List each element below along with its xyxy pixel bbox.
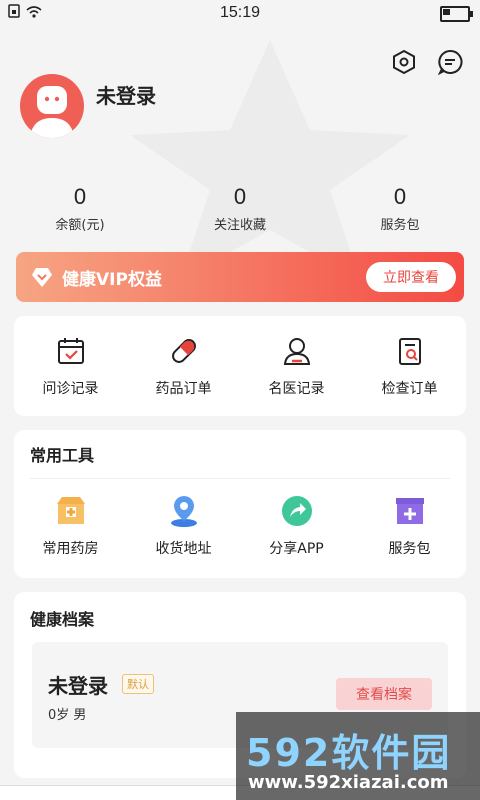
exam-orders[interactable]: 检查订单: [355, 334, 465, 398]
status-bar: 15:19: [0, 0, 480, 26]
grid-label: 常用药房: [42, 541, 99, 557]
account-stats: 0 余额(元) 0 关注收藏 0 服务包: [0, 184, 480, 233]
stat-value: 0: [393, 184, 407, 209]
watermark-url: www.592xiazai.com: [248, 772, 449, 793]
battery-icon: [440, 6, 473, 22]
stat-favorites[interactable]: 0 关注收藏: [175, 184, 305, 233]
doctor-records[interactable]: 名医记录: [242, 334, 352, 398]
tool-address[interactable]: 收货地址: [129, 494, 239, 558]
vip-banner[interactable]: 健康VIP权益 立即查看: [16, 252, 464, 302]
doctor-icon: [280, 334, 314, 368]
grid-label: 分享APP: [269, 541, 324, 557]
service-box-icon: [393, 494, 427, 528]
record-name: 未登录: [48, 674, 108, 698]
watermark-brand: 592软件园: [246, 731, 452, 775]
report-search-icon: [393, 334, 427, 368]
pharmacy-icon: [54, 494, 88, 528]
record-info: 0岁 男: [48, 708, 87, 723]
divider: [30, 478, 450, 479]
tool-service-package[interactable]: 服务包: [355, 494, 465, 558]
medicine-orders[interactable]: 药品订单: [129, 334, 239, 398]
stat-label: 余额(元): [55, 218, 105, 233]
location-pin-icon: [167, 494, 201, 528]
tools-card: 常用工具 常用药房 收货地址 分享APP 服务包: [14, 430, 466, 578]
pill-icon: [167, 334, 201, 368]
stat-balance[interactable]: 0 余额(元): [15, 184, 145, 233]
default-badge: 默认: [122, 674, 154, 694]
tools-title: 常用工具: [30, 446, 95, 465]
settings-hexagon-icon[interactable]: [390, 48, 418, 76]
tool-pharmacy[interactable]: 常用药房: [16, 494, 126, 558]
top-actions: [390, 48, 464, 76]
grid-label: 收货地址: [155, 541, 212, 557]
vip-view-button[interactable]: 立即查看: [366, 262, 456, 292]
stat-service-packages[interactable]: 0 服务包: [335, 184, 465, 233]
orders-card: 问诊记录 药品订单 名医记录 检查订单: [14, 316, 466, 416]
grid-label: 名医记录: [268, 381, 325, 397]
vip-title: 健康VIP权益: [62, 269, 162, 290]
grid-label: 检查订单: [381, 381, 438, 397]
message-icon[interactable]: [436, 48, 464, 76]
grid-label: 药品订单: [155, 381, 212, 397]
stat-label: 关注收藏: [213, 218, 266, 233]
status-time: 15:19: [219, 4, 261, 21]
profile-section[interactable]: 未登录: [20, 74, 156, 138]
tool-share[interactable]: 分享APP: [242, 494, 352, 558]
stat-value: 0: [73, 184, 87, 209]
grid-label: 问诊记录: [42, 381, 99, 397]
share-icon: [280, 494, 314, 528]
calendar-check-icon: [54, 334, 88, 368]
diamond-heart-icon: [32, 268, 52, 287]
site-watermark: 592软件园 www.592xiazai.com: [236, 712, 480, 800]
stat-label: 服务包: [380, 218, 420, 233]
view-record-button[interactable]: 查看档案: [336, 678, 432, 710]
stat-value: 0: [233, 184, 247, 209]
avatar[interactable]: [20, 74, 84, 138]
tools-row: 常用药房 收货地址 分享APP 服务包: [14, 494, 466, 558]
consultation-records[interactable]: 问诊记录: [16, 334, 126, 398]
health-title: 健康档案: [30, 610, 95, 629]
username[interactable]: 未登录: [96, 80, 156, 109]
grid-label: 服务包: [388, 541, 431, 557]
